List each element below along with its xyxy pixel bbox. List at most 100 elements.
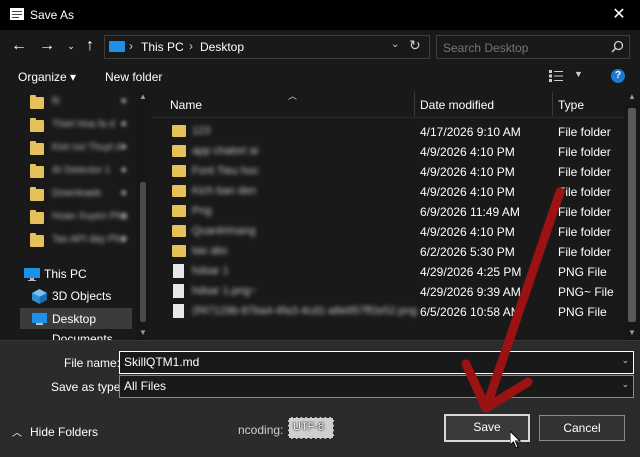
folder-icon — [172, 225, 186, 237]
quick-access-item[interactable]: Downloads ✱ — [30, 186, 134, 206]
pin-icon: ✱ — [120, 165, 128, 175]
save-as-type-label: Save as type: — [51, 380, 124, 394]
file-row[interactable]: app chatori ai 4/9/2026 4:10 PM File fol… — [152, 142, 624, 162]
quick-access-item[interactable]: fiI ✱ — [30, 94, 134, 114]
scrollbar-thumb[interactable] — [140, 182, 146, 322]
column-header-date-modified[interactable]: Date modified — [420, 98, 494, 112]
folder-icon — [172, 185, 186, 197]
file-row[interactable]: 123 4/17/2026 9:10 AM File folder — [152, 122, 624, 142]
folder-icon — [172, 205, 186, 217]
scroll-up-icon[interactable]: ▲ — [628, 92, 636, 101]
address-bar[interactable]: › This PC › Desktop ⌄ ↻ — [104, 35, 430, 59]
file-name-field[interactable]: SkillQTM1.md ⌄ — [119, 351, 634, 374]
pin-icon: ✱ — [120, 142, 128, 152]
folder-icon — [30, 233, 44, 247]
folder-icon — [30, 187, 44, 201]
folder-icon — [172, 125, 186, 137]
chevron-right-icon[interactable]: › — [129, 39, 133, 53]
quick-access-item[interactable]: AI Detector 1 ✱ — [30, 163, 134, 183]
command-bar: Organize ▾ New folder — [0, 62, 640, 92]
recent-locations-chevron-icon[interactable]: ⌄ — [62, 36, 80, 56]
file-row[interactable]: Kich ban den 4/9/2026 4:10 PM File folde… — [152, 182, 624, 202]
window-title: Save As — [30, 8, 75, 22]
quick-access-item[interactable]: Hoan Xuyen Phu ✱ — [30, 209, 134, 229]
close-icon[interactable]: ✕ — [608, 4, 630, 26]
chevron-up-icon: ︿ — [12, 428, 22, 439]
help-icon[interactable]: ? — [611, 69, 625, 83]
folder-icon — [30, 118, 44, 132]
sidebar-item-documents[interactable]: Documents — [30, 331, 134, 340]
encoding-select[interactable]: UTF-8 — [288, 417, 334, 439]
file-row[interactable]: hdsar 1 4/29/2026 4:25 PM PNG File — [152, 262, 624, 282]
image-file-icon — [173, 264, 184, 278]
quick-access-item[interactable]: Kiet noi Thuyt d ✱ — [30, 140, 134, 160]
pin-icon: ✱ — [120, 119, 128, 129]
pin-icon: ✱ — [120, 234, 128, 244]
file-row[interactable]: Quantrimang 4/9/2026 4:10 PM File folder — [152, 222, 624, 242]
file-list-scrollbar[interactable]: ▲ ▼ — [624, 92, 640, 340]
sort-ascending-icon: ︿ — [288, 91, 298, 101]
scroll-down-icon[interactable]: ▼ — [628, 328, 636, 337]
file-row[interactable]: Png 6/9/2026 11:49 AM File folder — [152, 202, 624, 222]
chevron-down-icon[interactable]: ⌄ — [391, 39, 399, 50]
pin-icon: ✱ — [120, 96, 128, 106]
column-header-name[interactable]: Name — [170, 98, 202, 112]
image-file-icon — [173, 304, 184, 318]
folder-icon — [172, 165, 186, 177]
folder-icon — [30, 164, 44, 178]
search-input[interactable] — [441, 39, 605, 57]
chevron-down-icon[interactable]: ⌄ — [621, 379, 629, 390]
hide-folders-toggle[interactable]: ︿ Hide Folders — [12, 424, 98, 439]
refresh-icon[interactable]: ↻ — [409, 37, 421, 54]
chevron-down-icon[interactable]: ⌄ — [621, 355, 629, 366]
file-list-header: Name Date modified Type — [152, 92, 624, 118]
file-row[interactable]: Font Tieu hoc 4/9/2026 4:10 PM File fold… — [152, 162, 624, 182]
pin-icon: ✱ — [120, 211, 128, 221]
breadcrumb-this-pc[interactable]: This PC — [141, 40, 184, 54]
scroll-up-icon[interactable]: ▲ — [139, 92, 147, 101]
image-file-icon — [173, 284, 184, 298]
column-divider[interactable] — [414, 92, 415, 116]
notepad-icon — [10, 8, 24, 20]
sidebar-item-this-pc[interactable]: This PC — [22, 264, 134, 286]
cancel-button[interactable]: Cancel — [539, 415, 625, 441]
this-pc-icon — [109, 41, 125, 52]
quick-access-item[interactable]: Tao API day Phu ✱ — [30, 232, 134, 252]
encoding-label: ncoding: — [238, 423, 284, 437]
file-name-label: File name: — [64, 356, 121, 370]
file-row[interactable]: 2f47129b-87ba4-4fa3-4cd1-a8e957ff2e52.pn… — [152, 302, 624, 322]
organize-button[interactable]: Organize ▾ — [18, 70, 76, 84]
save-as-type-select[interactable]: All Files ⌄ — [119, 375, 634, 398]
file-row[interactable]: tao abc 6/2/2026 5:30 PM File folder — [152, 242, 624, 262]
folder-icon — [172, 145, 186, 157]
back-arrow-icon[interactable]: ← — [10, 36, 28, 56]
scroll-down-icon[interactable]: ▼ — [139, 328, 147, 337]
up-arrow-icon[interactable]: ↑ — [81, 36, 99, 56]
search-box[interactable] — [436, 35, 630, 59]
scrollbar-thumb[interactable] — [628, 108, 636, 322]
file-row[interactable]: hdsar 1.png~ 4/29/2026 9:39 AM PNG~ File — [152, 282, 624, 302]
title-bar: Save As ✕ — [0, 0, 640, 30]
folder-icon — [30, 95, 44, 109]
breadcrumb-desktop[interactable]: Desktop — [200, 40, 244, 54]
folder-icon — [172, 245, 186, 257]
desktop-icon — [32, 313, 47, 325]
new-folder-button[interactable]: New folder — [105, 70, 162, 84]
view-options-icon[interactable] — [549, 70, 563, 82]
file-name-input[interactable]: SkillQTM1.md — [124, 355, 199, 369]
search-icon[interactable] — [611, 40, 624, 53]
mouse-cursor-icon — [510, 431, 522, 449]
folder-icon — [30, 210, 44, 224]
sidebar-item-desktop[interactable]: Desktop — [30, 309, 134, 331]
navigation-pane-scrollbar[interactable]: ▲ ▼ — [136, 92, 150, 340]
column-header-type[interactable]: Type — [558, 98, 584, 112]
forward-arrow-icon[interactable]: → — [38, 36, 56, 56]
column-divider[interactable] — [552, 92, 553, 116]
quick-access-item[interactable]: Thiet Hoa fa d ✱ — [30, 117, 134, 137]
pin-icon: ✱ — [120, 188, 128, 198]
cube-icon — [32, 289, 47, 304]
sidebar-item-3d-objects[interactable]: 3D Objects — [30, 286, 134, 308]
chevron-down-icon[interactable]: ▼ — [574, 69, 583, 79]
chevron-right-icon[interactable]: › — [189, 39, 193, 53]
monitor-icon — [24, 268, 40, 281]
